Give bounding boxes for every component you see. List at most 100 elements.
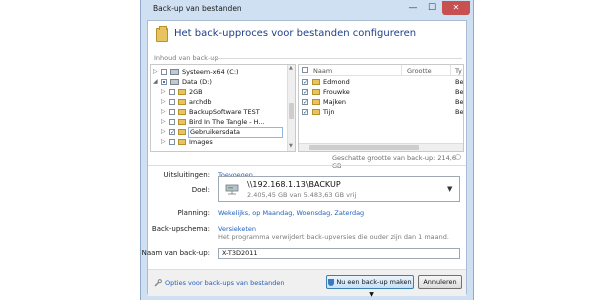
tree-item-systeem[interactable]: ▷ Systeem-x64 (C:): [151, 68, 285, 77]
tree-checkbox[interactable]: [161, 69, 167, 75]
list-item-name: Majken: [323, 98, 347, 106]
list-item-checkbox[interactable]: ✓: [302, 99, 308, 106]
page-title: Het back-upproces voor bestanden configu…: [174, 28, 417, 39]
destination-select[interactable]: \\192.168.1.13\BACKUP 2.405,45 GB van 5.…: [218, 176, 460, 202]
backup-scheme-link[interactable]: Versieketen: [218, 225, 256, 233]
backup-name-input[interactable]: X-T3D2011: [218, 248, 460, 259]
minimize-button[interactable]: —: [404, 1, 422, 15]
backup-options-link[interactable]: Opties voor back-ups van bestanden: [165, 279, 285, 287]
exclusions-label: Uitsluitingen:: [163, 171, 210, 179]
dialog-window: Back-up van bestanden — ☐ ✕ Het back-upp…: [140, 0, 474, 300]
tree-checkbox[interactable]: [169, 139, 175, 145]
tree-item-label: Gebruikersdata: [188, 127, 283, 138]
tree-checkbox[interactable]: [169, 109, 175, 115]
list-item[interactable]: ✓ Frouwke Be: [299, 88, 463, 97]
schedule-link[interactable]: Wekelijks, op Maandag, Woensdag, Zaterda…: [218, 209, 364, 217]
tree-checkbox-checked[interactable]: ✓: [169, 129, 175, 136]
folder-icon: [312, 79, 320, 85]
select-all-checkbox[interactable]: [302, 67, 308, 73]
list-item-type: Be: [455, 78, 464, 86]
window-title: Back-up van bestanden: [153, 4, 242, 13]
folder-icon: [178, 119, 186, 125]
column-header-type[interactable]: Ty: [455, 67, 462, 75]
tree-item-label: archdb: [189, 98, 212, 106]
backup-scheme-description: Het programma verwijdert back-upversies …: [218, 233, 449, 241]
destination-path: \\192.168.1.13\BACKUP: [247, 180, 341, 189]
expand-icon[interactable]: ▷: [153, 68, 158, 75]
backup-scheme-label: Back-upschema:: [151, 225, 210, 233]
scroll-up-icon[interactable]: ▲: [289, 65, 293, 71]
wrench-icon: [154, 279, 162, 287]
list-item-checkbox[interactable]: ✓: [302, 89, 308, 96]
tree-item-label: Data (D:): [182, 78, 212, 86]
tree-item-gebruikersdata[interactable]: ▷ ✓ Gebruikersdata: [151, 127, 285, 138]
expand-icon[interactable]: ▷: [161, 128, 166, 135]
scroll-down-icon[interactable]: ▼: [289, 143, 293, 149]
list-item-type: Be: [455, 88, 464, 96]
list-item[interactable]: ✓ Majken Be: [299, 98, 463, 107]
dialog-footer: Opties voor back-ups van bestanden Nu ee…: [148, 269, 466, 298]
chevron-down-icon[interactable]: ▼: [369, 289, 374, 301]
tree-checkbox[interactable]: [169, 89, 175, 95]
tree-item-images[interactable]: ▷ Images: [151, 138, 285, 147]
loading-spinner-icon: [455, 154, 461, 160]
tree-item-data[interactable]: ◢ Data (D:): [151, 78, 285, 87]
tree-checkbox[interactable]: [169, 119, 175, 125]
list-item-type: Be: [455, 98, 464, 106]
scrollbar-thumb[interactable]: [289, 103, 294, 119]
file-list[interactable]: Naam Grootte Ty ✓ Edmond Be ✓ Frouwke Be…: [298, 64, 464, 152]
list-item-checkbox[interactable]: ✓: [302, 109, 308, 116]
drive-icon: [170, 69, 179, 75]
expand-icon[interactable]: ▷: [161, 98, 166, 105]
dropdown-arrow-icon[interactable]: ▼: [447, 185, 452, 193]
backup-name-label: Naam van back-up:: [141, 249, 210, 257]
tree-vertical-scrollbar[interactable]: ▲ ▼: [287, 65, 295, 151]
column-divider[interactable]: [401, 65, 402, 75]
tree-item-backupsoftware[interactable]: ▷ BackupSoftware TEST: [151, 108, 285, 117]
shield-icon: [328, 278, 335, 286]
network-drive-icon: [225, 184, 239, 195]
section-divider: [148, 165, 466, 166]
cancel-button[interactable]: Annuleren: [418, 275, 462, 289]
drive-icon: [170, 79, 179, 85]
tree-item-label: BackupSoftware TEST: [189, 108, 260, 116]
maximize-button[interactable]: ☐: [423, 1, 441, 15]
column-divider[interactable]: [450, 65, 451, 75]
tree-checkbox[interactable]: [169, 99, 175, 105]
close-button[interactable]: ✕: [442, 1, 470, 15]
scrollbar-thumb[interactable]: [309, 145, 419, 150]
list-item-name: Edmond: [323, 78, 350, 86]
column-header-size[interactable]: Grootte: [407, 67, 432, 75]
tree-item-label: Images: [189, 138, 213, 146]
list-horizontal-scrollbar[interactable]: [299, 143, 463, 151]
tree-item-label: Bird In The Tangle - H...: [189, 118, 265, 126]
expand-icon[interactable]: ▷: [161, 108, 166, 115]
expand-icon[interactable]: ▷: [161, 138, 166, 145]
expand-icon[interactable]: ▷: [161, 118, 166, 125]
expand-icon[interactable]: ▷: [161, 88, 166, 95]
list-item[interactable]: ✓ Tijn Be: [299, 108, 463, 117]
list-item[interactable]: ✓ Edmond Be: [299, 78, 463, 87]
tree-item-2gb[interactable]: ▷ 2GB: [151, 88, 285, 97]
folder-tree[interactable]: ▷ Systeem-x64 (C:) ◢ Data (D:) ▷ 2GB ▷ a…: [150, 64, 296, 152]
list-item-type: Be: [455, 108, 464, 116]
tree-checkbox[interactable]: [161, 79, 167, 85]
list-item-name: Frouwke: [323, 88, 350, 96]
backup-now-button[interactable]: Nu een back-up maken ▼: [326, 275, 414, 298]
folder-icon: [178, 109, 186, 115]
column-header-name[interactable]: Naam: [313, 67, 332, 75]
title-bar[interactable]: Back-up van bestanden — ☐ ✕: [141, 0, 473, 20]
list-item-name: Tijn: [323, 108, 335, 116]
section-divider: [208, 58, 462, 59]
folder-icon: [178, 129, 186, 135]
list-header: Naam Grootte Ty: [299, 65, 463, 76]
tree-item-archdb[interactable]: ▷ archdb: [151, 98, 285, 107]
tree-item-bird[interactable]: ▷ Bird In The Tangle - H...: [151, 118, 285, 127]
collapse-icon[interactable]: ◢: [153, 78, 158, 85]
destination-label: Doel:: [191, 186, 210, 194]
tree-item-label: 2GB: [189, 88, 203, 96]
list-item-checkbox[interactable]: ✓: [302, 79, 308, 86]
backup-size-estimate: Geschatte grootte van back-up: 214,6 GB: [332, 154, 456, 170]
folder-icon: [312, 99, 320, 105]
destination-free-space: 2.405,45 GB van 5.483,63 GB vrij: [247, 191, 357, 199]
